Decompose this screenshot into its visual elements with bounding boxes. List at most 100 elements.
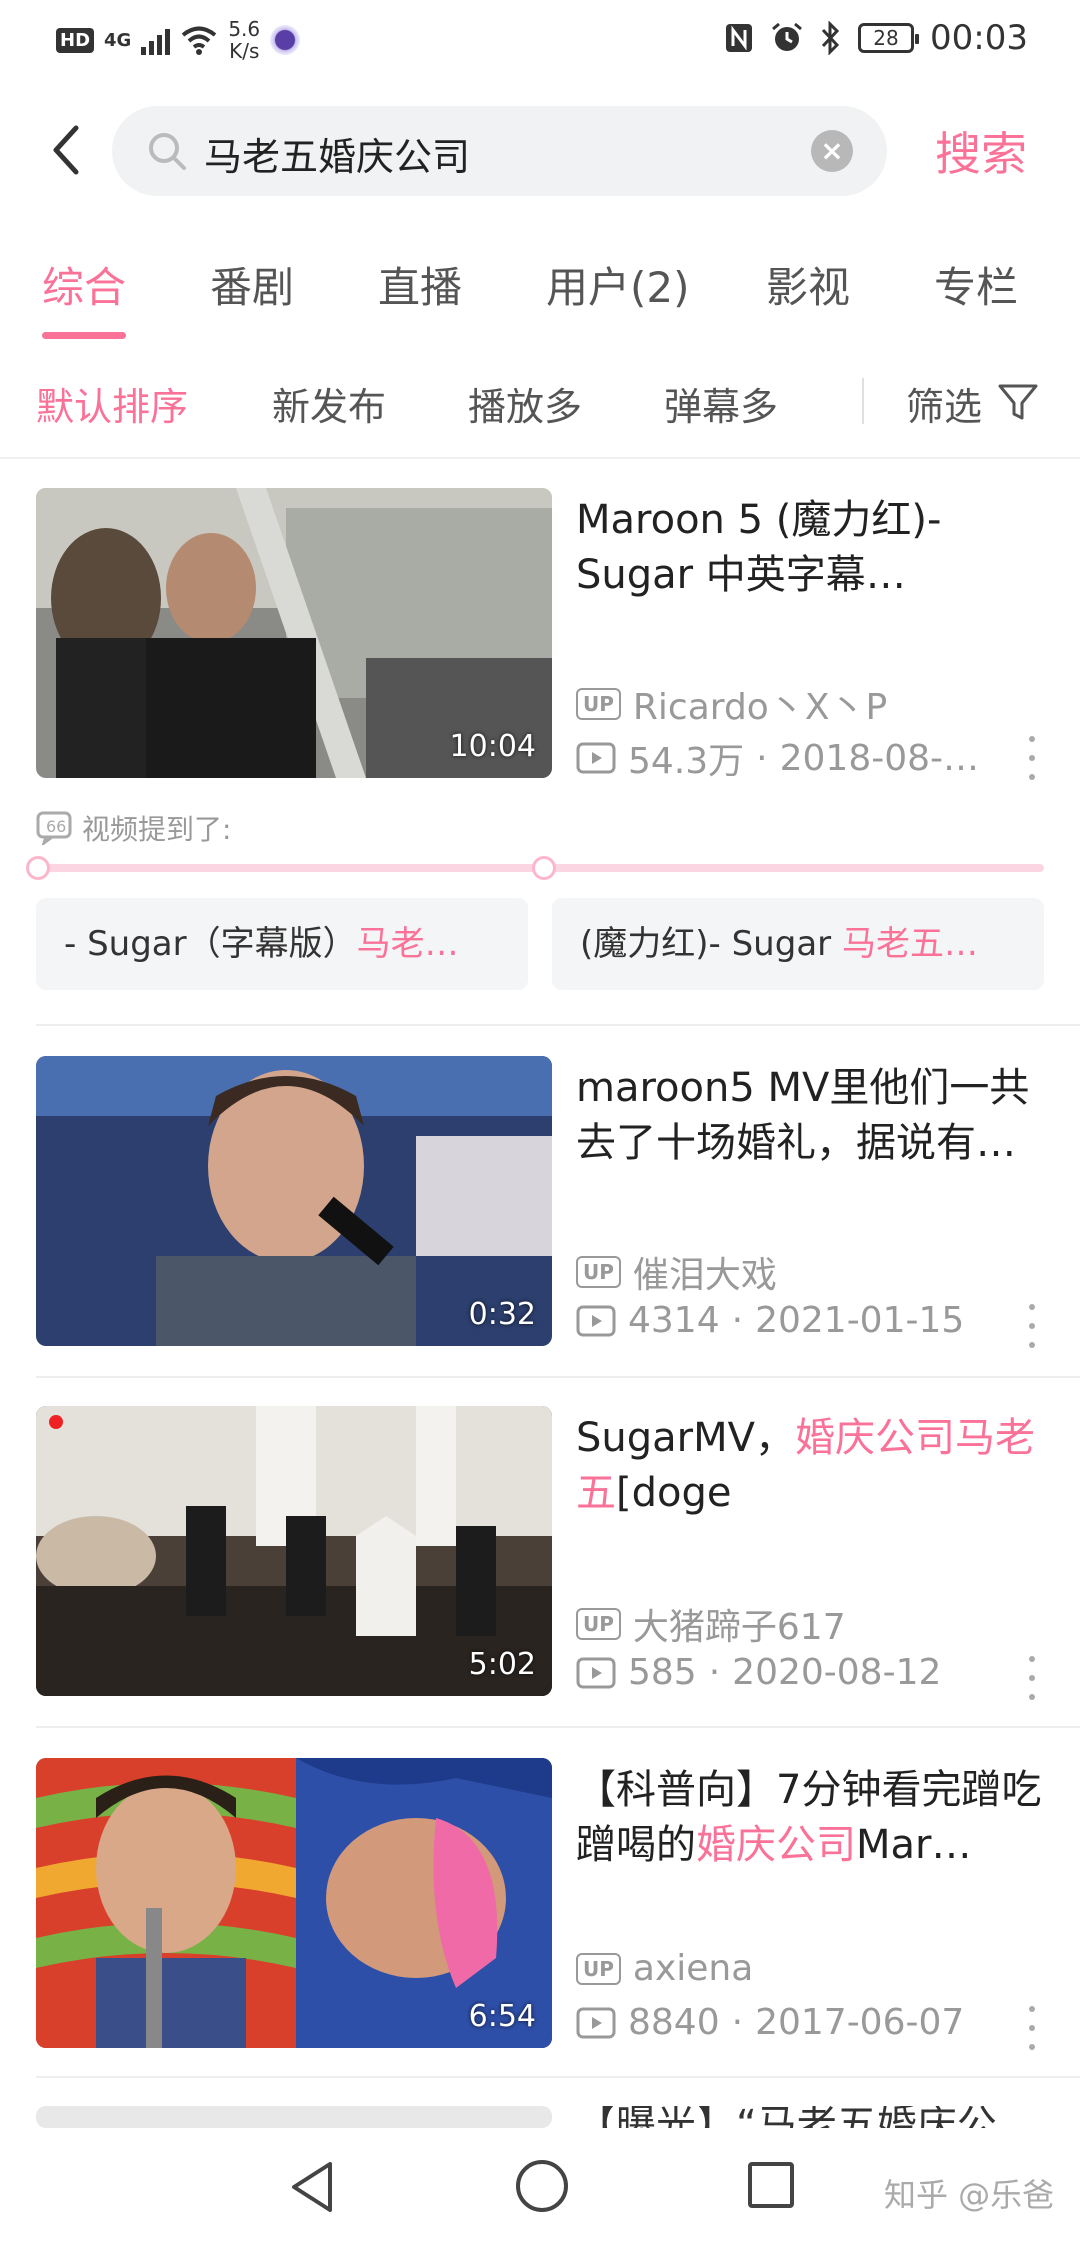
uploader-row[interactable]: UP 大猪蹄子617 <box>576 1598 846 1650</box>
speed-value: 5.6 <box>228 17 261 41</box>
network-type: 4G <box>104 29 132 51</box>
video-thumbnail[interactable]: 10:04 <box>36 488 552 778</box>
tab-articles[interactable]: 专栏 <box>934 254 1018 315</box>
play-count-icon <box>576 1305 616 1336</box>
play-count-icon <box>576 742 616 774</box>
clock: 00:03 <box>930 18 1028 58</box>
up-badge: UP <box>576 1608 621 1640</box>
quote-icon: 66 <box>36 811 72 845</box>
tab-live[interactable]: 直播 <box>378 254 462 315</box>
status-right: 28 00:03 <box>724 18 1028 58</box>
search-query[interactable]: 马老五婚庆公司 <box>204 126 470 181</box>
video-thumbnail[interactable]: 0:32 <box>36 1056 552 1346</box>
uploader-name: axiena <box>632 1948 754 1989</box>
active-tab-indicator <box>42 332 126 339</box>
svg-text:66: 66 <box>46 817 66 836</box>
nfc-icon <box>726 24 753 52</box>
sort-newest[interactable]: 新发布 <box>272 376 386 431</box>
title-text: SugarMV， <box>576 1415 795 1461</box>
chip-text: (魔力红)- Sugar <box>580 924 842 964</box>
tab-movies[interactable]: 影视 <box>766 254 850 315</box>
result-divider <box>36 1726 1080 1728</box>
search-button[interactable]: 搜索 <box>935 118 1027 184</box>
app-notification-icon <box>270 25 301 55</box>
more-options-icon[interactable] <box>1022 736 1042 780</box>
publish-date: 2017-06-07 <box>755 2002 965 2043</box>
nav-back-icon[interactable] <box>286 2158 338 2216</box>
play-count-icon <box>576 2007 616 2038</box>
sort-most-danmaku[interactable]: 弹幕多 <box>664 376 778 431</box>
tab-bangumi[interactable]: 番剧 <box>210 254 294 315</box>
video-duration: 10:04 <box>449 729 536 764</box>
mention-chip[interactable]: (魔力红)- Sugar 马老五… <box>552 898 1044 990</box>
timeline-marker[interactable] <box>26 856 50 880</box>
video-title[interactable]: SugarMV，婚庆公司马老五[doge <box>576 1411 1046 1521</box>
dot-separator: · <box>731 1300 744 1341</box>
dot-separator: · <box>708 1652 721 1693</box>
sort-default[interactable]: 默认排序 <box>36 376 188 431</box>
video-title[interactable]: 【曝光】“马老五婚庆公 <box>576 2106 1046 2128</box>
result-divider <box>36 1376 1080 1378</box>
video-title[interactable]: 【科普向】7分钟看完蹭吃蹭喝的婚庆公司Mar… <box>576 1763 1046 1873</box>
mention-label: 视频提到了: <box>82 813 232 846</box>
uploader-row[interactable]: UP 催泪大戏 <box>576 1246 777 1298</box>
watermark: 知乎 @乐爸 <box>884 2176 1055 2214</box>
uploader-row[interactable]: UP axiena <box>576 1948 753 1989</box>
stats-row: 8840 · 2017-06-07 <box>576 2002 964 2043</box>
stats-row: 4314 · 2021-01-15 <box>576 1300 964 1341</box>
result-divider <box>36 2076 1080 2078</box>
video-thumbnail[interactable]: 5:02 <box>36 1406 552 1696</box>
dot-separator: · <box>756 737 768 779</box>
video-title[interactable]: maroon5 MV里他们一共去了十场婚礼，据说有… <box>576 1061 1046 1171</box>
title-text: [doge <box>616 1470 732 1516</box>
alarm-icon <box>772 22 802 51</box>
title-text: Mar… <box>856 1822 972 1868</box>
uploader-row[interactable]: UP Ricardo丶X丶P <box>576 678 887 730</box>
nav-home-icon[interactable] <box>516 2160 568 2212</box>
filter-button[interactable]: 筛选 <box>906 376 982 431</box>
signal-icon <box>141 25 171 55</box>
status-left: HD 4G 5.6 K/s <box>56 18 301 62</box>
timeline-marker[interactable] <box>532 856 556 880</box>
sort-divider <box>862 378 864 424</box>
hd-badge: HD <box>56 27 95 53</box>
search-input[interactable]: 马老五婚庆公司 × <box>112 106 887 196</box>
title-highlight: 婚庆公司 <box>696 1822 856 1868</box>
more-options-icon[interactable] <box>1022 1304 1042 1348</box>
stats-row: 585 · 2020-08-12 <box>576 1652 941 1693</box>
chip-highlight: 马老… <box>356 924 459 964</box>
result-divider <box>36 1024 1080 1026</box>
nav-recents-icon[interactable] <box>748 2162 794 2208</box>
video-duration: 0:32 <box>468 1297 536 1332</box>
chip-highlight: 马老五… <box>841 924 978 964</box>
view-count: 8840 <box>628 2002 720 2043</box>
up-badge: UP <box>576 1952 621 1985</box>
video-thumbnail[interactable] <box>36 2106 552 2128</box>
search-header: 马老五婚庆公司 × 搜索 <box>0 100 1080 200</box>
more-options-icon[interactable] <box>1022 2006 1042 2050</box>
tab-all[interactable]: 综合 <box>42 254 126 315</box>
sort-most-played[interactable]: 播放多 <box>468 376 582 431</box>
publish-date: 2020-08-12 <box>732 1652 942 1693</box>
up-badge: UP <box>576 688 621 720</box>
more-options-icon[interactable] <box>1022 1656 1042 1700</box>
stats-row: 54.3万 · 2018-08-… <box>576 732 979 784</box>
network-speed: 5.6 K/s <box>228 18 260 62</box>
video-thumbnail[interactable]: 6:54 <box>36 1758 552 2048</box>
tab-users[interactable]: 用户(2) <box>546 254 690 315</box>
mention-chip[interactable]: - Sugar（字幕版）马老… <box>36 898 528 990</box>
back-arrow-icon[interactable] <box>42 120 92 180</box>
mention-timeline[interactable] <box>26 856 1044 880</box>
play-count-icon <box>576 1657 616 1688</box>
publish-date: 2018-08-… <box>779 737 980 779</box>
publish-date: 2021-01-15 <box>755 1300 965 1341</box>
uploader-name: 大猪蹄子617 <box>632 1607 846 1648</box>
filter-icon[interactable] <box>996 380 1040 424</box>
dot-separator: · <box>731 2002 744 2043</box>
clear-icon[interactable]: × <box>811 130 853 172</box>
wifi-icon <box>182 26 217 55</box>
mentioned-in-video: 66 视频提到了: <box>36 808 231 848</box>
speed-unit: K/s <box>229 39 260 63</box>
video-title[interactable]: Maroon 5 (魔力红)-Sugar 中英字幕（1080P） <box>576 493 1046 603</box>
video-result[interactable]: 【曝光】“马老五婚庆公 <box>0 2106 1080 2128</box>
